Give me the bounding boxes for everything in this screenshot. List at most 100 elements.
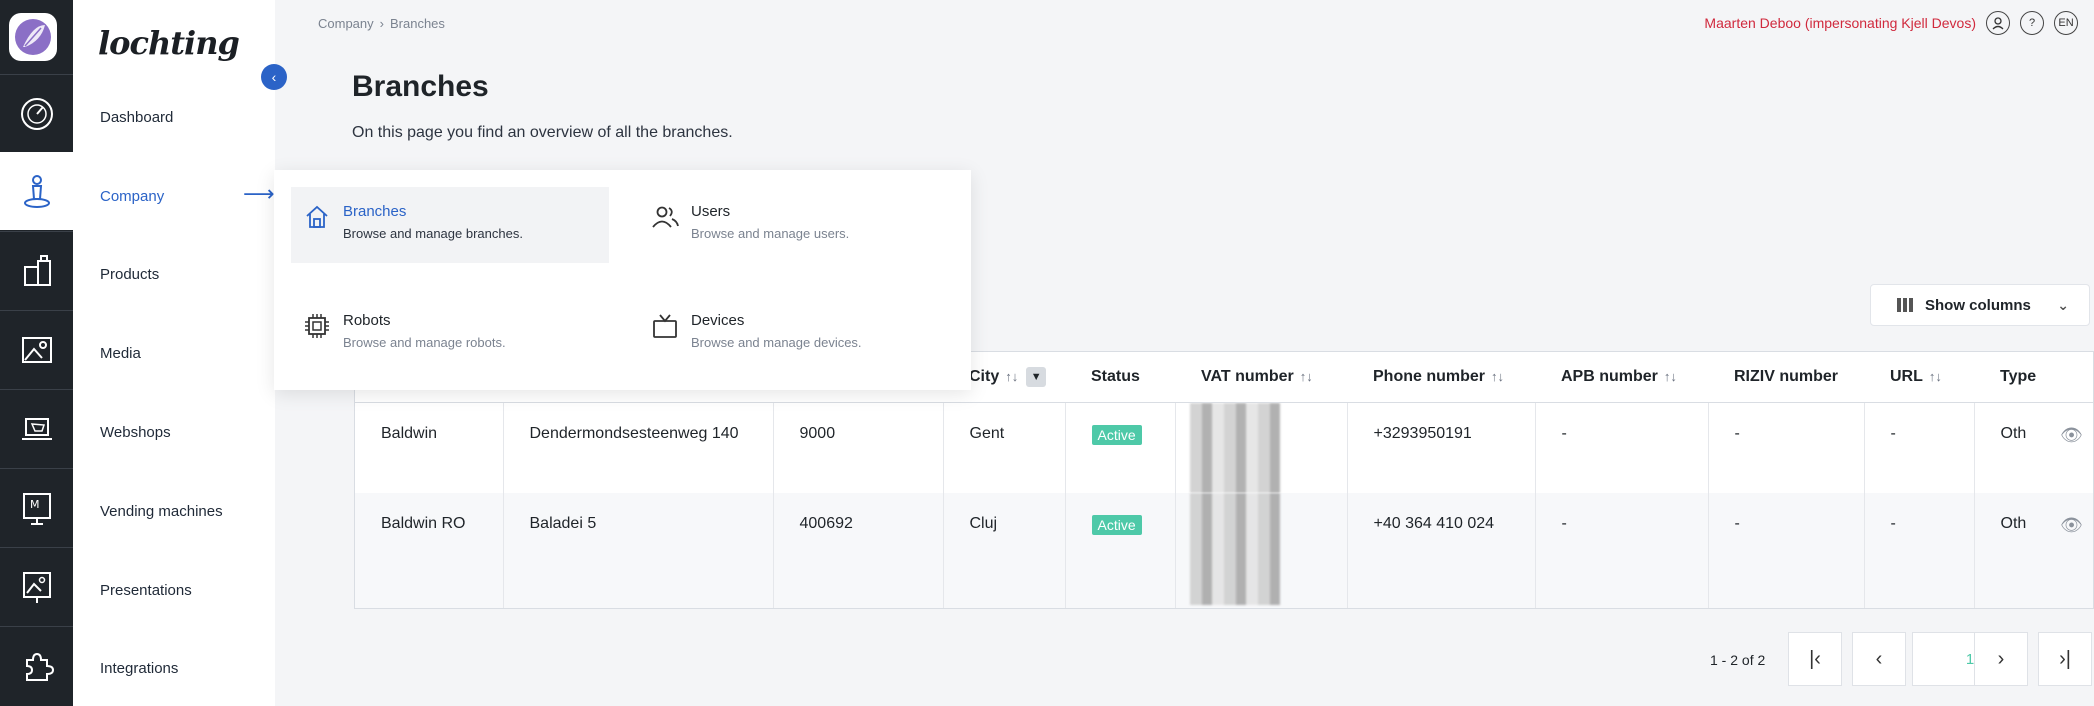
vending-machine-icon: M bbox=[22, 492, 51, 525]
column-label-phone: Phone number bbox=[1373, 367, 1486, 385]
column-header-status[interactable]: Status bbox=[1065, 352, 1175, 403]
breadcrumb-parent[interactable]: Company bbox=[318, 16, 374, 31]
menu-item-media[interactable]: Media bbox=[100, 345, 141, 362]
language-button[interactable]: EN bbox=[2054, 11, 2078, 35]
breadcrumb-current: Branches bbox=[389, 16, 445, 31]
cell-status: Active bbox=[1065, 492, 1176, 608]
menu-item-company[interactable]: Company bbox=[100, 188, 164, 205]
column-header-type[interactable]: Type bbox=[1974, 352, 2093, 403]
column-header-apb[interactable]: APB number ↑↓ bbox=[1535, 352, 1708, 403]
rail-media-button[interactable] bbox=[0, 310, 73, 388]
show-columns-button[interactable]: Show columns ⌄ bbox=[1870, 284, 2090, 326]
submenu-item-branches[interactable]: Branches Browse and manage branches. bbox=[291, 187, 609, 263]
user-name[interactable]: Maarten Deboo (impersonating Kjell Devos… bbox=[1704, 15, 1976, 31]
cell-status: Active bbox=[1065, 402, 1176, 493]
redacted-vat-image bbox=[1189, 492, 1280, 605]
rail-products-button[interactable] bbox=[0, 231, 73, 309]
submenu-title: Users bbox=[691, 203, 731, 220]
collapse-menu-button[interactable]: ‹ bbox=[261, 64, 287, 90]
page-description: On this page you find an overview of all… bbox=[352, 124, 733, 141]
dashboard-gauge-icon bbox=[20, 97, 53, 130]
column-label-status: Status bbox=[1091, 367, 1140, 385]
submenu-item-devices[interactable]: Devices Browse and manage devices. bbox=[639, 296, 957, 372]
cell-type: Oth 👁 bbox=[1974, 402, 2093, 493]
column-label-url: URL bbox=[1890, 367, 1923, 385]
type-label: Oth bbox=[2000, 514, 2027, 532]
sort-icon[interactable]: ↑↓ bbox=[1005, 369, 1018, 384]
cell-city: Cluj bbox=[943, 492, 1066, 608]
rail-dashboard-button[interactable] bbox=[0, 74, 73, 152]
submenu-title: Robots bbox=[343, 312, 391, 329]
submenu-title: Branches bbox=[343, 203, 407, 220]
app-logo[interactable] bbox=[9, 13, 57, 61]
products-icon bbox=[23, 254, 51, 286]
pagination-summary: 1 - 2 of 2 bbox=[1710, 652, 1766, 668]
rail-webshops-button[interactable] bbox=[0, 389, 73, 467]
brand-logo: lochting bbox=[98, 24, 240, 62]
first-page-icon: |‹ bbox=[1809, 647, 1821, 670]
eye-icon[interactable]: 👁 bbox=[2060, 425, 2083, 446]
status-badge: Active bbox=[1091, 424, 1142, 445]
column-header-vat[interactable]: VAT number ↑↓ bbox=[1175, 352, 1347, 403]
main-menu: lochting Dashboard Company ⟶ Products Me… bbox=[73, 0, 275, 706]
submenu-item-users[interactable]: Users Browse and manage users. bbox=[639, 187, 957, 263]
cell-address: Dendermondsesteenweg 140 bbox=[503, 402, 774, 493]
column-label-city: City bbox=[969, 367, 1000, 385]
menu-item-webshops[interactable]: Webshops bbox=[100, 424, 171, 441]
user-area: Maarten Deboo (impersonating Kjell Devos… bbox=[1704, 11, 2078, 35]
chip-icon bbox=[305, 314, 329, 338]
menu-item-dashboard[interactable]: Dashboard bbox=[100, 109, 173, 126]
last-page-button[interactable]: ›| bbox=[2038, 632, 2092, 686]
sort-icon[interactable]: ↑↓ bbox=[1664, 369, 1677, 384]
cell-riziv: - bbox=[1708, 402, 1865, 493]
next-page-button[interactable]: › bbox=[1974, 632, 2028, 686]
menu-item-products[interactable]: Products bbox=[100, 266, 159, 283]
cell-apb: - bbox=[1535, 492, 1709, 608]
table-row[interactable]: Baldwin Dendermondsesteenweg 140 9000 Ge… bbox=[355, 402, 2093, 493]
user-profile-icon[interactable] bbox=[1986, 11, 2010, 35]
filter-icon[interactable]: ▼ bbox=[1026, 366, 1047, 387]
sort-icon[interactable]: ↑↓ bbox=[1491, 369, 1504, 384]
menu-item-presentations[interactable]: Presentations bbox=[100, 582, 192, 599]
cell-phone: +3293950191 bbox=[1347, 402, 1536, 493]
column-header-url[interactable]: URL ↑↓ bbox=[1864, 352, 1974, 403]
sort-icon[interactable]: ↑↓ bbox=[1929, 369, 1942, 384]
menu-item-vending-machines[interactable]: Vending machines bbox=[100, 503, 223, 520]
cell-phone: +40 364 410 024 bbox=[1347, 492, 1536, 608]
company-person-icon bbox=[23, 175, 50, 208]
cell-url: - bbox=[1864, 402, 1975, 493]
column-label-vat: VAT number bbox=[1201, 367, 1294, 385]
submenu-subtitle: Browse and manage devices. bbox=[691, 335, 862, 350]
column-label-apb: APB number bbox=[1561, 367, 1658, 385]
last-page-icon: ›| bbox=[2059, 647, 2071, 670]
column-header-phone[interactable]: Phone number ↑↓ bbox=[1347, 352, 1535, 403]
menu-item-integrations[interactable]: Integrations bbox=[100, 660, 178, 677]
rail-vending-machines-button[interactable]: M bbox=[0, 468, 73, 546]
webshop-laptop-icon bbox=[21, 417, 52, 440]
eye-icon[interactable]: 👁 bbox=[2060, 515, 2083, 536]
presentation-icon bbox=[22, 571, 51, 603]
svg-text:M: M bbox=[30, 498, 40, 511]
submenu-item-robots[interactable]: Robots Browse and manage robots. bbox=[291, 296, 609, 372]
arrow-right-icon: ⟶ bbox=[243, 181, 275, 206]
media-image-icon bbox=[21, 336, 52, 363]
cell-vat bbox=[1175, 402, 1348, 493]
column-header-riziv[interactable]: RIZIV number bbox=[1708, 352, 1864, 403]
rail-integrations-button[interactable] bbox=[0, 626, 73, 704]
table-row[interactable]: Baldwin RO Baladei 5 400692 Cluj Active … bbox=[355, 492, 2093, 608]
rail-company-button[interactable] bbox=[0, 152, 73, 230]
page-title: Branches bbox=[352, 70, 489, 103]
sort-icon[interactable]: ↑↓ bbox=[1300, 369, 1313, 384]
leaf-logo-icon bbox=[15, 19, 51, 55]
submenu-subtitle: Browse and manage branches. bbox=[343, 226, 523, 241]
breadcrumb: Company › Branches bbox=[318, 16, 445, 31]
first-page-button[interactable]: |‹ bbox=[1788, 632, 1842, 686]
status-badge: Active bbox=[1091, 514, 1142, 535]
chevron-left-icon: ‹ bbox=[271, 69, 277, 85]
previous-page-button[interactable]: ‹ bbox=[1852, 632, 1906, 686]
cell-type: Oth 👁 bbox=[1974, 492, 2093, 608]
help-icon[interactable]: ? bbox=[2020, 11, 2044, 35]
rail-presentations-button[interactable] bbox=[0, 547, 73, 625]
cell-postal: 400692 bbox=[773, 492, 944, 608]
breadcrumb-separator-icon: › bbox=[379, 16, 384, 31]
